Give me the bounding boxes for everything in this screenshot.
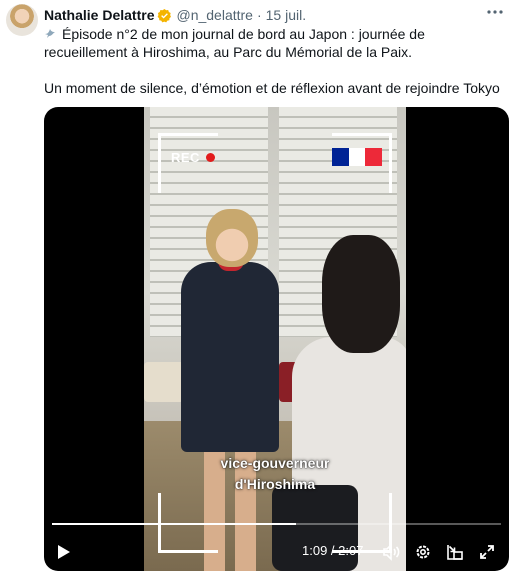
video-frame: REC vice-gouverneur d'Hiroshima bbox=[144, 107, 406, 571]
progress-bar[interactable] bbox=[52, 523, 501, 525]
avatar[interactable] bbox=[6, 4, 38, 36]
volume-icon bbox=[383, 543, 400, 561]
rec-indicator: REC bbox=[171, 150, 215, 165]
play-button[interactable] bbox=[52, 541, 74, 563]
volume-button[interactable] bbox=[380, 541, 402, 563]
verified-badge-icon bbox=[158, 8, 172, 22]
progress-fill bbox=[52, 523, 296, 525]
author-name[interactable]: Nathalie Delattre bbox=[44, 7, 154, 23]
dark-hair bbox=[322, 235, 400, 353]
video-caption-line-2: d'Hiroshima bbox=[234, 476, 316, 492]
tweet-paragraph-1-text: Épisode n°2 de mon journal de bord au Ja… bbox=[44, 26, 425, 60]
separator-dot: · bbox=[256, 7, 262, 23]
author-handle[interactable]: @n_delattre bbox=[176, 7, 252, 23]
time-display: 1:09 / 2:07 bbox=[302, 543, 364, 558]
woman-head bbox=[206, 209, 258, 267]
record-dot-icon bbox=[205, 153, 215, 162]
flag-stripe-blue bbox=[332, 148, 349, 166]
rec-label: REC bbox=[171, 150, 200, 165]
woman-in-navy-dress bbox=[181, 262, 279, 452]
video-player[interactable]: REC vice-gouverneur d'Hiroshima 1:09 / 2… bbox=[44, 107, 509, 571]
french-flag-logo bbox=[332, 148, 383, 166]
video-caption-line-1: vice-gouverneur bbox=[220, 455, 330, 471]
settings-button[interactable] bbox=[412, 541, 434, 563]
tweet-paragraph-2: Un moment de silence, d’émotion et de ré… bbox=[44, 80, 500, 96]
play-icon bbox=[58, 545, 70, 559]
fullscreen-button[interactable] bbox=[476, 541, 498, 563]
tweet-date[interactable]: 15 juil. bbox=[266, 7, 306, 23]
flag-stripe-white bbox=[348, 148, 366, 166]
settings-icon bbox=[416, 545, 430, 559]
dove-icon bbox=[44, 25, 58, 43]
flag-stripe-red bbox=[365, 148, 383, 166]
tweet-text: Épisode n°2 de mon journal de bord au Ja… bbox=[44, 25, 504, 97]
more-horizontal-icon[interactable] bbox=[485, 2, 505, 22]
picture-in-picture-icon bbox=[447, 545, 463, 560]
video-controls: 1:09 / 2:07 bbox=[44, 537, 509, 565]
tweet-header: Nathalie Delattre @n_delattre · 15 juil. bbox=[44, 6, 475, 24]
fullscreen-icon bbox=[480, 545, 494, 559]
tweet-paragraph-1: Épisode n°2 de mon journal de bord au Ja… bbox=[44, 25, 504, 61]
picture-in-picture-button[interactable] bbox=[444, 541, 466, 563]
seated-people bbox=[144, 362, 184, 402]
